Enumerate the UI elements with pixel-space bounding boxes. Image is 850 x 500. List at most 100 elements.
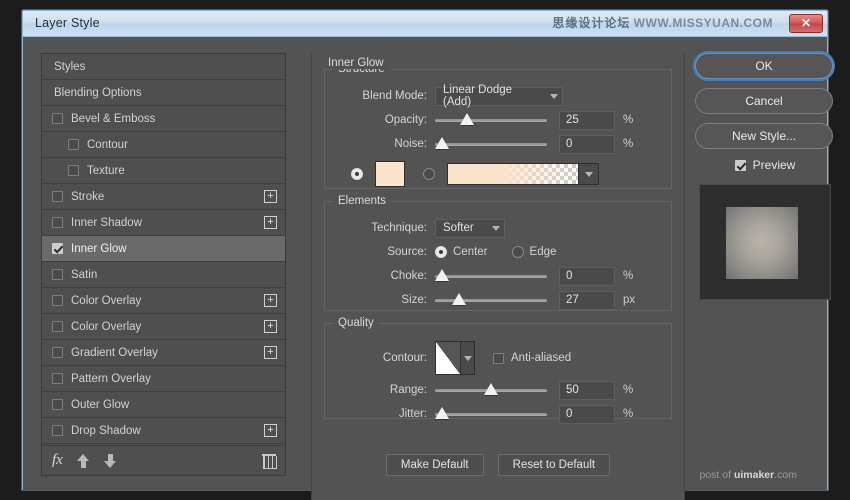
range-label: Range: xyxy=(389,384,427,396)
fill-color-radio[interactable] xyxy=(351,168,363,180)
choke-slider[interactable] xyxy=(435,268,547,284)
style-checkbox[interactable] xyxy=(52,217,63,228)
noise-unit: % xyxy=(623,138,634,150)
add-effect-icon[interactable]: + xyxy=(264,216,277,229)
style-row-label: Color Overlay xyxy=(71,320,142,333)
add-effect-icon[interactable]: + xyxy=(264,320,277,333)
add-effect-icon[interactable]: + xyxy=(264,294,277,307)
size-input[interactable]: 27 xyxy=(559,290,615,310)
style-row-inner-glow[interactable]: Inner Glow xyxy=(42,236,285,262)
style-row-contour[interactable]: Contour xyxy=(42,132,285,158)
style-checkbox[interactable] xyxy=(52,113,63,124)
choke-slider-thumb[interactable] xyxy=(435,269,449,281)
style-row-color-overlay[interactable]: Color Overlay + xyxy=(42,288,285,314)
size-row: Size: 27 px xyxy=(335,288,661,312)
range-slider[interactable] xyxy=(435,382,547,398)
choke-input[interactable]: 0 xyxy=(559,266,615,286)
style-row-label: Texture xyxy=(87,164,125,177)
quality-legend: Quality xyxy=(333,317,379,329)
style-checkbox[interactable] xyxy=(52,243,63,254)
preview-toggle[interactable]: Preview xyxy=(695,158,835,172)
close-icon[interactable]: ✕ xyxy=(789,14,823,33)
style-checkbox[interactable] xyxy=(68,139,79,150)
delete-icon[interactable] xyxy=(262,453,277,469)
style-row-label: Contour xyxy=(87,138,128,151)
noise-slider-thumb[interactable] xyxy=(435,137,449,149)
range-input[interactable]: 50 xyxy=(559,380,615,400)
quality-group: Quality Contour: Anti-aliased Range: 50 … xyxy=(324,317,672,424)
add-effect-icon[interactable]: + xyxy=(264,346,277,359)
size-unit: px xyxy=(623,294,636,306)
jitter-input[interactable]: 0 xyxy=(559,404,615,424)
fill-gradient-radio[interactable] xyxy=(423,168,435,180)
style-row-pattern-overlay[interactable]: Pattern Overlay xyxy=(42,366,285,392)
size-slider-thumb[interactable] xyxy=(451,293,466,305)
choke-label: Choke: xyxy=(390,270,427,282)
style-row-satin[interactable]: Satin xyxy=(42,262,285,288)
new-style-button[interactable]: New Style... xyxy=(695,123,833,149)
add-effect-icon[interactable]: + xyxy=(264,190,277,203)
style-row-color-overlay[interactable]: Color Overlay + xyxy=(42,314,285,340)
style-row-label: Inner Glow xyxy=(71,242,127,255)
chevron-down-icon xyxy=(550,93,558,99)
watermark-bottom-suffix: .com xyxy=(774,469,797,481)
jitter-slider[interactable] xyxy=(435,406,547,422)
style-checkbox[interactable] xyxy=(52,425,63,436)
jitter-slider-thumb[interactable] xyxy=(435,407,449,419)
glow-color-swatch[interactable] xyxy=(375,161,405,187)
style-row-label: Inner Shadow xyxy=(71,216,142,229)
ok-button[interactable]: OK xyxy=(695,53,833,79)
source-edge-radio[interactable] xyxy=(511,246,524,258)
style-checkbox[interactable] xyxy=(52,295,63,306)
style-checkbox[interactable] xyxy=(68,165,79,176)
style-row-label: Pattern Overlay xyxy=(71,372,151,385)
noise-input[interactable]: 0 xyxy=(559,134,615,154)
glow-gradient-picker[interactable] xyxy=(447,163,599,185)
styles-list[interactable]: Styles Blending Options Bevel & Emboss Cont… xyxy=(42,54,285,445)
noise-label: Noise: xyxy=(394,138,427,150)
anti-aliased-checkbox[interactable] xyxy=(493,352,504,364)
style-checkbox[interactable] xyxy=(52,321,63,332)
style-row-drop-shadow[interactable]: Drop Shadow + xyxy=(42,418,285,444)
watermark-bottom: post of uimaker.com xyxy=(700,469,798,481)
move-down-icon[interactable] xyxy=(103,453,117,468)
source-label: Source: xyxy=(387,246,427,258)
blend-mode-select[interactable]: Linear Dodge (Add) xyxy=(435,84,563,108)
style-row-styles[interactable]: Styles xyxy=(42,54,285,80)
style-row-bevel-emboss[interactable]: Bevel & Emboss xyxy=(42,106,285,132)
source-center-radio[interactable] xyxy=(435,246,447,258)
preview-checkbox[interactable] xyxy=(734,159,746,171)
style-checkbox[interactable] xyxy=(52,347,63,358)
move-up-icon[interactable] xyxy=(76,453,90,468)
size-slider[interactable] xyxy=(435,292,547,308)
noise-slider[interactable] xyxy=(435,136,547,152)
style-row-texture[interactable]: Texture xyxy=(42,158,285,184)
make-default-button[interactable]: Make Default xyxy=(385,454,484,476)
style-row-gradient-overlay[interactable]: Gradient Overlay + xyxy=(42,340,285,366)
style-checkbox[interactable] xyxy=(52,399,63,410)
style-checkbox[interactable] xyxy=(52,191,63,202)
add-effect-icon[interactable]: + xyxy=(264,424,277,437)
title-bar[interactable]: Layer Style 思缘设计论坛 WWW.MISSYUAN.COM ✕ xyxy=(23,11,827,37)
reset-to-default-button[interactable]: Reset to Default xyxy=(497,454,611,476)
technique-select[interactable]: Softer xyxy=(435,218,505,238)
elements-legend: Elements xyxy=(333,195,391,207)
style-checkbox[interactable] xyxy=(52,373,63,384)
style-row-blending-options[interactable]: Blending Options xyxy=(42,80,285,106)
style-row-inner-shadow[interactable]: Inner Shadow + xyxy=(42,210,285,236)
style-row-outer-glow[interactable]: Outer Glow xyxy=(42,392,285,418)
opacity-slider-thumb[interactable] xyxy=(459,113,474,125)
contour-dropdown-button[interactable] xyxy=(460,342,474,374)
gradient-dropdown-button[interactable] xyxy=(578,164,598,184)
choke-unit: % xyxy=(623,270,634,282)
style-row-stroke[interactable]: Stroke + xyxy=(42,184,285,210)
preview-thumbnail xyxy=(699,184,831,300)
fx-icon[interactable]: fx xyxy=(52,452,63,469)
cancel-button[interactable]: Cancel xyxy=(695,88,833,114)
opacity-unit: % xyxy=(623,114,634,126)
opacity-input[interactable]: 25 xyxy=(559,110,615,130)
opacity-slider[interactable] xyxy=(435,112,547,128)
style-checkbox[interactable] xyxy=(52,269,63,280)
range-slider-thumb[interactable] xyxy=(484,383,498,395)
contour-picker[interactable] xyxy=(435,341,475,375)
